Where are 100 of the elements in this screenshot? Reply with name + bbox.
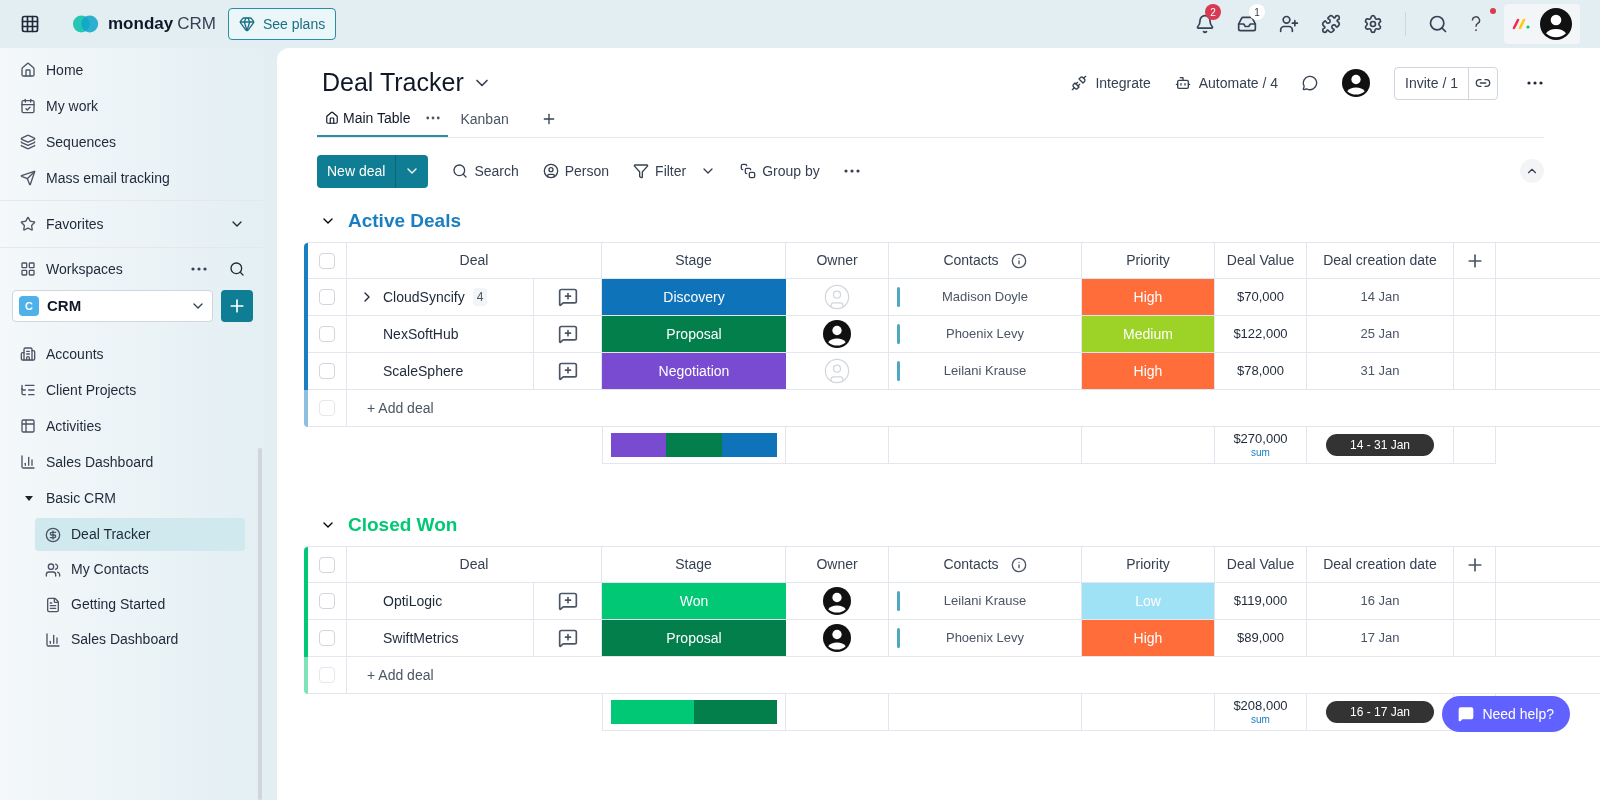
- sum-value: $270,000: [1233, 430, 1288, 447]
- contact-marker: [897, 591, 900, 611]
- checkbox[interactable]: [319, 593, 335, 609]
- deal-name[interactable]: SwiftMetrics: [383, 627, 459, 649]
- creation-date: 16 Jan: [1360, 592, 1400, 611]
- deal-value: $78,000: [1237, 362, 1284, 381]
- add-deal-link[interactable]: + Add deal: [367, 664, 434, 686]
- column-header: Priority: [1126, 251, 1170, 270]
- add-button[interactable]: [221, 290, 253, 322]
- column-header: Owner: [816, 555, 858, 574]
- sidebar-item[interactable]: Activities: [0, 408, 265, 444]
- column-header: Contacts: [943, 251, 999, 270]
- updates-button[interactable]: [1302, 75, 1319, 91]
- contact-name: Leilani Krause: [943, 362, 1027, 381]
- sidebar-item[interactable]: Mass email tracking: [0, 160, 265, 196]
- more-icon: [843, 169, 860, 173]
- filter-button[interactable]: Filter: [633, 160, 717, 182]
- creation-date: 31 Jan: [1360, 362, 1400, 381]
- sidebar-item[interactable]: Client Projects: [0, 372, 265, 408]
- checkbox[interactable]: [319, 326, 335, 342]
- group-title[interactable]: Active Deals: [348, 206, 461, 236]
- stage-label[interactable]: Negotiation: [602, 353, 786, 390]
- more-button[interactable]: [191, 267, 207, 271]
- deal-name[interactable]: OptiLogic: [383, 590, 443, 612]
- add-comment-icon: [557, 361, 578, 381]
- sidebar-item[interactable]: Home: [0, 52, 265, 88]
- search-icon: [452, 163, 469, 179]
- column-header: Deal: [347, 547, 602, 583]
- search-button[interactable]: [1428, 14, 1448, 34]
- sidebar-item[interactable]: Getting Started: [35, 588, 245, 621]
- contact-marker: [897, 287, 900, 307]
- integrate-button[interactable]: Integrate: [1071, 72, 1151, 94]
- stage-label[interactable]: Proposal: [602, 620, 786, 657]
- settings-button[interactable]: [1363, 14, 1383, 34]
- integrations-button[interactable]: [1321, 14, 1341, 34]
- see-plans-button[interactable]: See plans: [227, 8, 337, 40]
- puzzle-icon: [1321, 14, 1341, 34]
- help-button[interactable]: [1470, 16, 1482, 32]
- workspaces-icon: [20, 261, 36, 277]
- collapse-button[interactable]: [1520, 159, 1544, 183]
- stage-label[interactable]: Proposal: [602, 316, 786, 353]
- avatar-icon: [823, 624, 851, 652]
- add-deal-link[interactable]: + Add deal: [367, 397, 434, 419]
- creation-date: 17 Jan: [1360, 629, 1400, 648]
- checkbox[interactable]: [319, 630, 335, 646]
- add-update-button[interactable]: [557, 628, 578, 648]
- automate-button[interactable]: Automate / 4: [1174, 72, 1279, 94]
- sidebar-item[interactable]: Sequences: [0, 124, 265, 160]
- sidebar-item[interactable]: Accounts: [0, 336, 265, 372]
- checkbox[interactable]: [319, 363, 335, 379]
- group-icon: [740, 163, 757, 179]
- folder-item[interactable]: Basic CRM: [0, 480, 265, 516]
- workspace-selector[interactable]: C CRM: [12, 290, 213, 322]
- sidebar-item[interactable]: My Contacts: [35, 553, 245, 586]
- empty-avatar-icon: [823, 357, 851, 385]
- view-tab[interactable]: Kanban: [460, 108, 509, 130]
- add-update-button[interactable]: [557, 591, 578, 611]
- bar-chart-icon: [45, 631, 61, 648]
- column-header: Deal Value: [1226, 251, 1295, 270]
- need-help-button[interactable]: Need help?: [1442, 696, 1570, 732]
- deal-value: $89,000: [1237, 629, 1284, 648]
- search-button[interactable]: [229, 261, 245, 277]
- document-icon: [45, 596, 61, 613]
- group-by-button[interactable]: Group by: [740, 160, 820, 182]
- search-icon: [229, 261, 245, 277]
- sidebar-item[interactable]: My work: [0, 88, 265, 124]
- favorites-item[interactable]: Favorites: [0, 201, 265, 247]
- question-mark-icon: [1470, 16, 1482, 32]
- sidebar-item[interactable]: Sales Dashboard: [35, 623, 245, 656]
- stack-icon: [20, 134, 36, 150]
- date-range-pill: 16 - 17 Jan: [1325, 701, 1434, 723]
- avatar-icon: [823, 587, 851, 615]
- inbox-button[interactable]: [1237, 14, 1257, 34]
- checkbox[interactable]: [319, 289, 335, 305]
- person-filter-button[interactable]: Person: [542, 160, 610, 182]
- subitem-count: 4: [472, 288, 488, 306]
- search-button[interactable]: Search: [452, 160, 519, 182]
- calendar-check-icon: [20, 98, 36, 114]
- info-icon: [1010, 252, 1027, 269]
- settings-icon: [1363, 14, 1383, 34]
- checkbox[interactable]: [319, 252, 335, 269]
- contact-marker: [897, 361, 900, 381]
- stage-label[interactable]: Discovery: [602, 279, 786, 316]
- add-update-button[interactable]: [557, 324, 578, 344]
- add-update-button[interactable]: [557, 361, 578, 381]
- brand-suffix: CRM: [177, 13, 216, 36]
- deal-name[interactable]: NexSoftHub: [383, 323, 459, 345]
- sidebar-item[interactable]: Deal Tracker: [35, 518, 245, 551]
- more-button[interactable]: [843, 169, 860, 173]
- deal-name[interactable]: CloudSyncify: [383, 286, 465, 308]
- checkbox[interactable]: [319, 556, 335, 573]
- notifications-button[interactable]: [1195, 14, 1215, 34]
- app-grid-icon: [20, 14, 40, 34]
- deal-name[interactable]: ScaleSphere: [383, 360, 464, 382]
- invite-user-button[interactable]: [1279, 14, 1299, 34]
- more-button[interactable]: [1526, 81, 1544, 85]
- sidebar-item[interactable]: Sales Dashboard: [0, 444, 265, 480]
- add-update-button[interactable]: [557, 287, 578, 307]
- column-header: Stage: [675, 251, 712, 270]
- view-tab[interactable]: Main Table: [325, 107, 411, 129]
